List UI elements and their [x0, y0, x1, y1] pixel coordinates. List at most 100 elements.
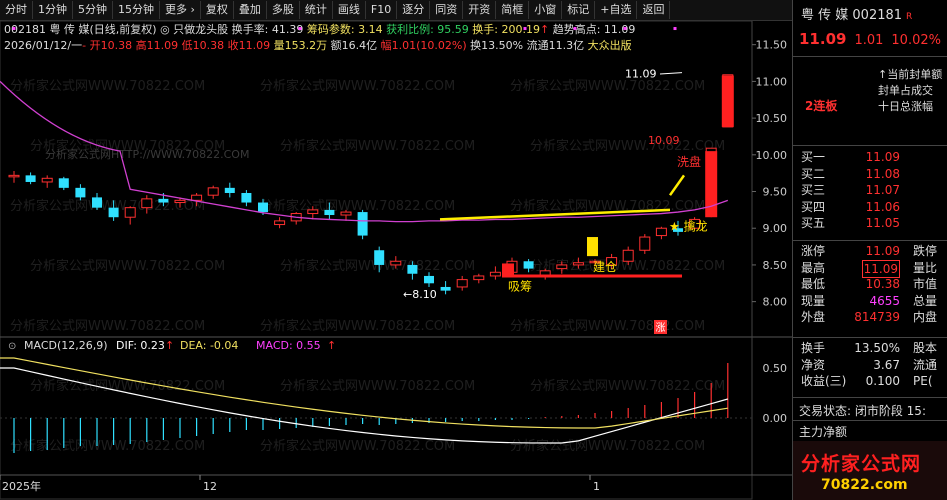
limit-up-block: 2连板 ↑当前封单额 封单占成交 十日总涨幅: [793, 56, 947, 138]
candle-body-down: [158, 198, 169, 203]
candle-body-up: [489, 271, 501, 277]
watermark: 分析家公式网WWW.70822.COM: [260, 318, 455, 334]
statTbl-row: 外盘 814739 内盘: [801, 310, 938, 324]
macd-arrow: ↑: [327, 339, 336, 352]
candle-body-down: [357, 212, 368, 236]
buyTbl-row: 买二 11.08: [801, 166, 900, 181]
price-tick: 9.00: [763, 222, 788, 235]
xichou-label: 吸筹: [508, 280, 532, 294]
candle-body-up: [141, 198, 153, 209]
watermark: 分析家公式网WWW.70822.COM: [510, 438, 705, 454]
site-banner: 分析家公式网 70822.com: [793, 441, 947, 500]
high-arrow: [659, 72, 683, 75]
candle-body-up: [274, 220, 286, 226]
candle-body-down: [241, 192, 252, 203]
bid-table: 买一 11.09 买二 11.08 买三 11.07 买四 11.06 买五 11.05: [793, 149, 947, 232]
zhang-label: 涨: [656, 322, 666, 334]
candle-body-down: [92, 197, 102, 208]
date-tick: 1: [593, 480, 600, 493]
macd-name: MACD(12,26,9): [24, 339, 108, 352]
watermark: 分析家公式网WWW.70822.COM: [10, 318, 205, 334]
candle-body-down: [58, 178, 69, 188]
candle-body-up: [8, 174, 20, 178]
candle-body-up: [456, 279, 468, 288]
watermark: 分析家公式网WWW.70822.COM: [30, 258, 225, 274]
candle-body-up: [639, 236, 651, 251]
signal-dot: [298, 27, 302, 31]
macd-value: MACD: 0.55: [256, 339, 321, 352]
candle-body-down: [108, 207, 119, 218]
buyTbl-row: 买一 11.09: [801, 150, 900, 164]
candle-body-down: [407, 264, 418, 274]
statTbl-row: 现量 4655 总量: [801, 293, 938, 308]
stat-table: 涨停 11.09 跌停 最高 11.09 量比 最低 10.38 市值 现量 4655 总量 外盘 814…: [793, 243, 947, 326]
r10-label: 10.09: [648, 134, 680, 147]
price-tick: 11.00: [756, 75, 788, 88]
finTbl-row: 收益(三) 0.100 PE(: [801, 374, 933, 388]
buyTbl-row: 买三 11.07: [801, 183, 900, 197]
xichou-bar: [502, 263, 514, 276]
candle-body-up: [174, 199, 186, 204]
trade-status: 交易状态: 闭市阶段 15:: [799, 404, 926, 418]
watermark: 分析家公式网WWW.70822.COM: [10, 438, 205, 454]
kline-chart[interactable]: 分析家公式网WWW.70822.COM 分析家公式网WWW.70822.COM 分析…: [0, 0, 792, 500]
candle-body-up: [340, 211, 352, 216]
candle-body-down: [523, 261, 534, 269]
signal-dot: [523, 27, 527, 31]
banner-title: 分析家公式网: [801, 453, 922, 475]
candle-body-down: [374, 250, 385, 265]
high-label: 11.09: [625, 68, 657, 81]
banner-url: 70822.com: [821, 477, 908, 493]
signal-dot: [673, 27, 677, 31]
price-tick: 9.50: [763, 186, 788, 199]
candle-body-down: [75, 187, 86, 198]
dif-arrow: ↑: [165, 339, 174, 352]
watermark: 分析家公式网WWW.70822.COM: [530, 138, 725, 154]
candle-body-up: [191, 194, 203, 201]
watermark: 分析家公式网WWW.70822.COM: [10, 78, 205, 94]
price-tick: 8.00: [763, 296, 788, 309]
candle-body-down: [258, 202, 268, 213]
candle-body-down: [424, 275, 434, 284]
candle-body-up: [41, 177, 53, 183]
jiancang-bar: [587, 237, 598, 257]
finTbl-row: 净资 3.67 流通: [801, 357, 938, 372]
price-tick: 8.50: [763, 259, 788, 272]
quote-title: 粤 传 媒 002181 R: [801, 8, 913, 23]
signal-dot: [623, 27, 627, 31]
signal-dot: [12, 27, 16, 31]
limit-notes: ↑当前封单额 封单占成交 十日总涨幅: [878, 68, 943, 113]
candle-body-down: [324, 209, 335, 216]
limit-up-bar-2: [721, 75, 734, 127]
low-label: ←8.10: [403, 288, 437, 301]
candle-body-up: [622, 249, 634, 262]
date-tick: 2025年: [2, 479, 41, 493]
macd-settings-icon: ⊙: [8, 341, 16, 352]
macd-tick: 0.00: [763, 412, 788, 425]
candle-body-up: [390, 260, 402, 266]
board-count-badge: 2连板: [805, 99, 838, 113]
watermark: 分析家公式网WWW.70822.COM: [280, 378, 475, 394]
macd-dea: DEA: -0.04: [180, 339, 238, 352]
statTbl-row: 最低 10.38 市值: [801, 277, 938, 291]
candle-body-up: [572, 262, 584, 266]
buyTbl-row: 买四 11.06: [801, 199, 900, 214]
main-flow-label: 主力净额: [799, 425, 848, 439]
date-tick: 12: [203, 480, 217, 493]
candle-body-up: [556, 264, 568, 270]
candle-body-up: [207, 187, 219, 196]
candle-body-down: [224, 187, 235, 193]
watermark: 分析家公式网WWW.70822.COM: [530, 378, 725, 394]
watermark: 分析家公式网WWW.70822.COM: [510, 318, 705, 334]
watermark-url: 分析家公式网HTTP://WWW.70822.COM: [45, 147, 249, 161]
price-tick: 11.50: [756, 39, 788, 52]
finance-table: 换手 13.50% 股本 净资 3.67 流通 收益(三) 0.100 PE(: [793, 340, 947, 390]
statTbl-row: 最高 11.09 量比: [793, 259, 947, 278]
qinlong-label: ★ 擒龙: [669, 218, 708, 233]
watermark: 分析家公式网WWW.70822.COM: [260, 78, 455, 94]
finTbl-row: 换手 13.50% 股本: [801, 341, 938, 355]
watermark: 分析家公式网WWW.70822.COM: [510, 78, 705, 94]
right-panel: 粤 传 媒 002181 R 11.09 1.01 10.02% 2连板 ↑当前封单额…: [792, 0, 947, 500]
statTbl-row: 涨停 11.09 跌停: [801, 244, 938, 258]
xipan-label: 洗盘: [677, 154, 701, 169]
